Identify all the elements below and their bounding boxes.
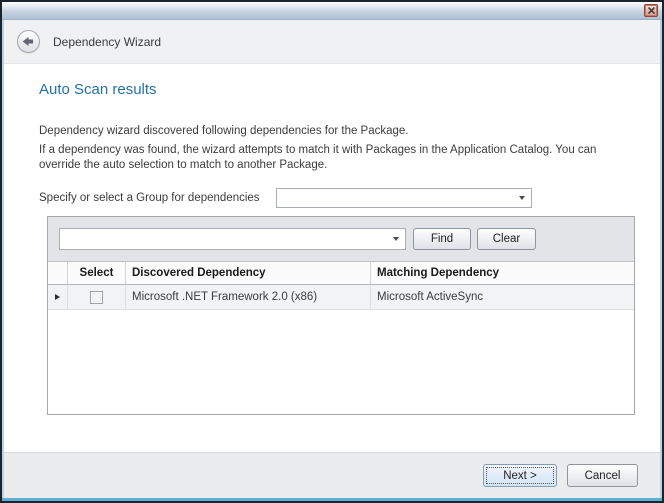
select-cell [68, 285, 126, 309]
back-button[interactable] [17, 30, 40, 53]
row-selector-header-cell [48, 262, 68, 284]
group-label: Specify or select a Group for dependenci… [39, 192, 276, 204]
select-checkbox[interactable] [90, 291, 103, 304]
column-header-select[interactable]: Select [68, 262, 126, 284]
chevron-down-icon[interactable] [393, 237, 399, 241]
next-button[interactable]: Next > [483, 464, 557, 487]
close-button[interactable] [644, 4, 658, 17]
row-selector-cell[interactable] [48, 285, 68, 309]
page-title: Auto Scan results [39, 81, 157, 98]
wizard-page-autoscan: Auto Scan results Dependency wizard disc… [2, 64, 662, 452]
column-header-matching-dependency[interactable]: Matching Dependency [371, 262, 634, 284]
group-selection-row: Specify or select a Group for dependenci… [39, 188, 532, 208]
matching-dependency-cell[interactable]: Microsoft ActiveSync [371, 285, 634, 309]
window-accent-border-bottom [2, 498, 662, 501]
window-accent-border-right [660, 20, 662, 501]
grid-empty-area [48, 310, 634, 414]
back-arrow-icon [22, 35, 35, 48]
filter-combobox[interactable] [59, 228, 406, 250]
discovered-dependency-cell[interactable]: Microsoft .NET Framework 2.0 (x86) [126, 285, 371, 309]
table-row[interactable]: Microsoft .NET Framework 2.0 (x86) Micro… [48, 285, 634, 310]
window-titlebar [2, 2, 662, 20]
wizard-header: Dependency Wizard [2, 20, 662, 64]
window-accent-border-left [2, 20, 4, 501]
close-x-icon [648, 7, 655, 14]
group-combobox[interactable] [276, 188, 532, 208]
wizard-title: Dependency Wizard [53, 35, 161, 49]
dependency-panel: Find Clear Select Discovered Dependency … [47, 216, 635, 415]
description-line-2: If a dependency was found, the wizard at… [39, 143, 641, 172]
grid-header-row: Select Discovered Dependency Matching De… [48, 262, 634, 285]
find-button[interactable]: Find [413, 228, 471, 250]
column-header-discovered-dependency[interactable]: Discovered Dependency [126, 262, 371, 284]
wizard-footer: Next > Cancel [2, 452, 662, 498]
clear-button[interactable]: Clear [477, 228, 536, 250]
dependency-wizard-window: Dependency Wizard Auto Scan results Depe… [0, 0, 664, 503]
description-line-1: Dependency wizard discovered following d… [39, 124, 641, 139]
find-toolbar: Find Clear [59, 228, 536, 250]
dependency-grid: Select Discovered Dependency Matching De… [48, 261, 634, 414]
current-row-arrow-icon [55, 294, 60, 300]
chevron-down-icon[interactable] [519, 196, 525, 200]
cancel-button[interactable]: Cancel [567, 464, 638, 487]
